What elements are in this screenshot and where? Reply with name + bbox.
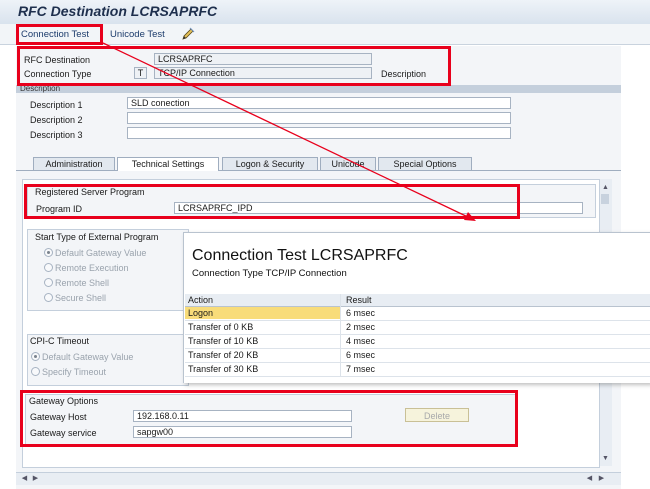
annotation-arrow — [102, 42, 476, 221]
